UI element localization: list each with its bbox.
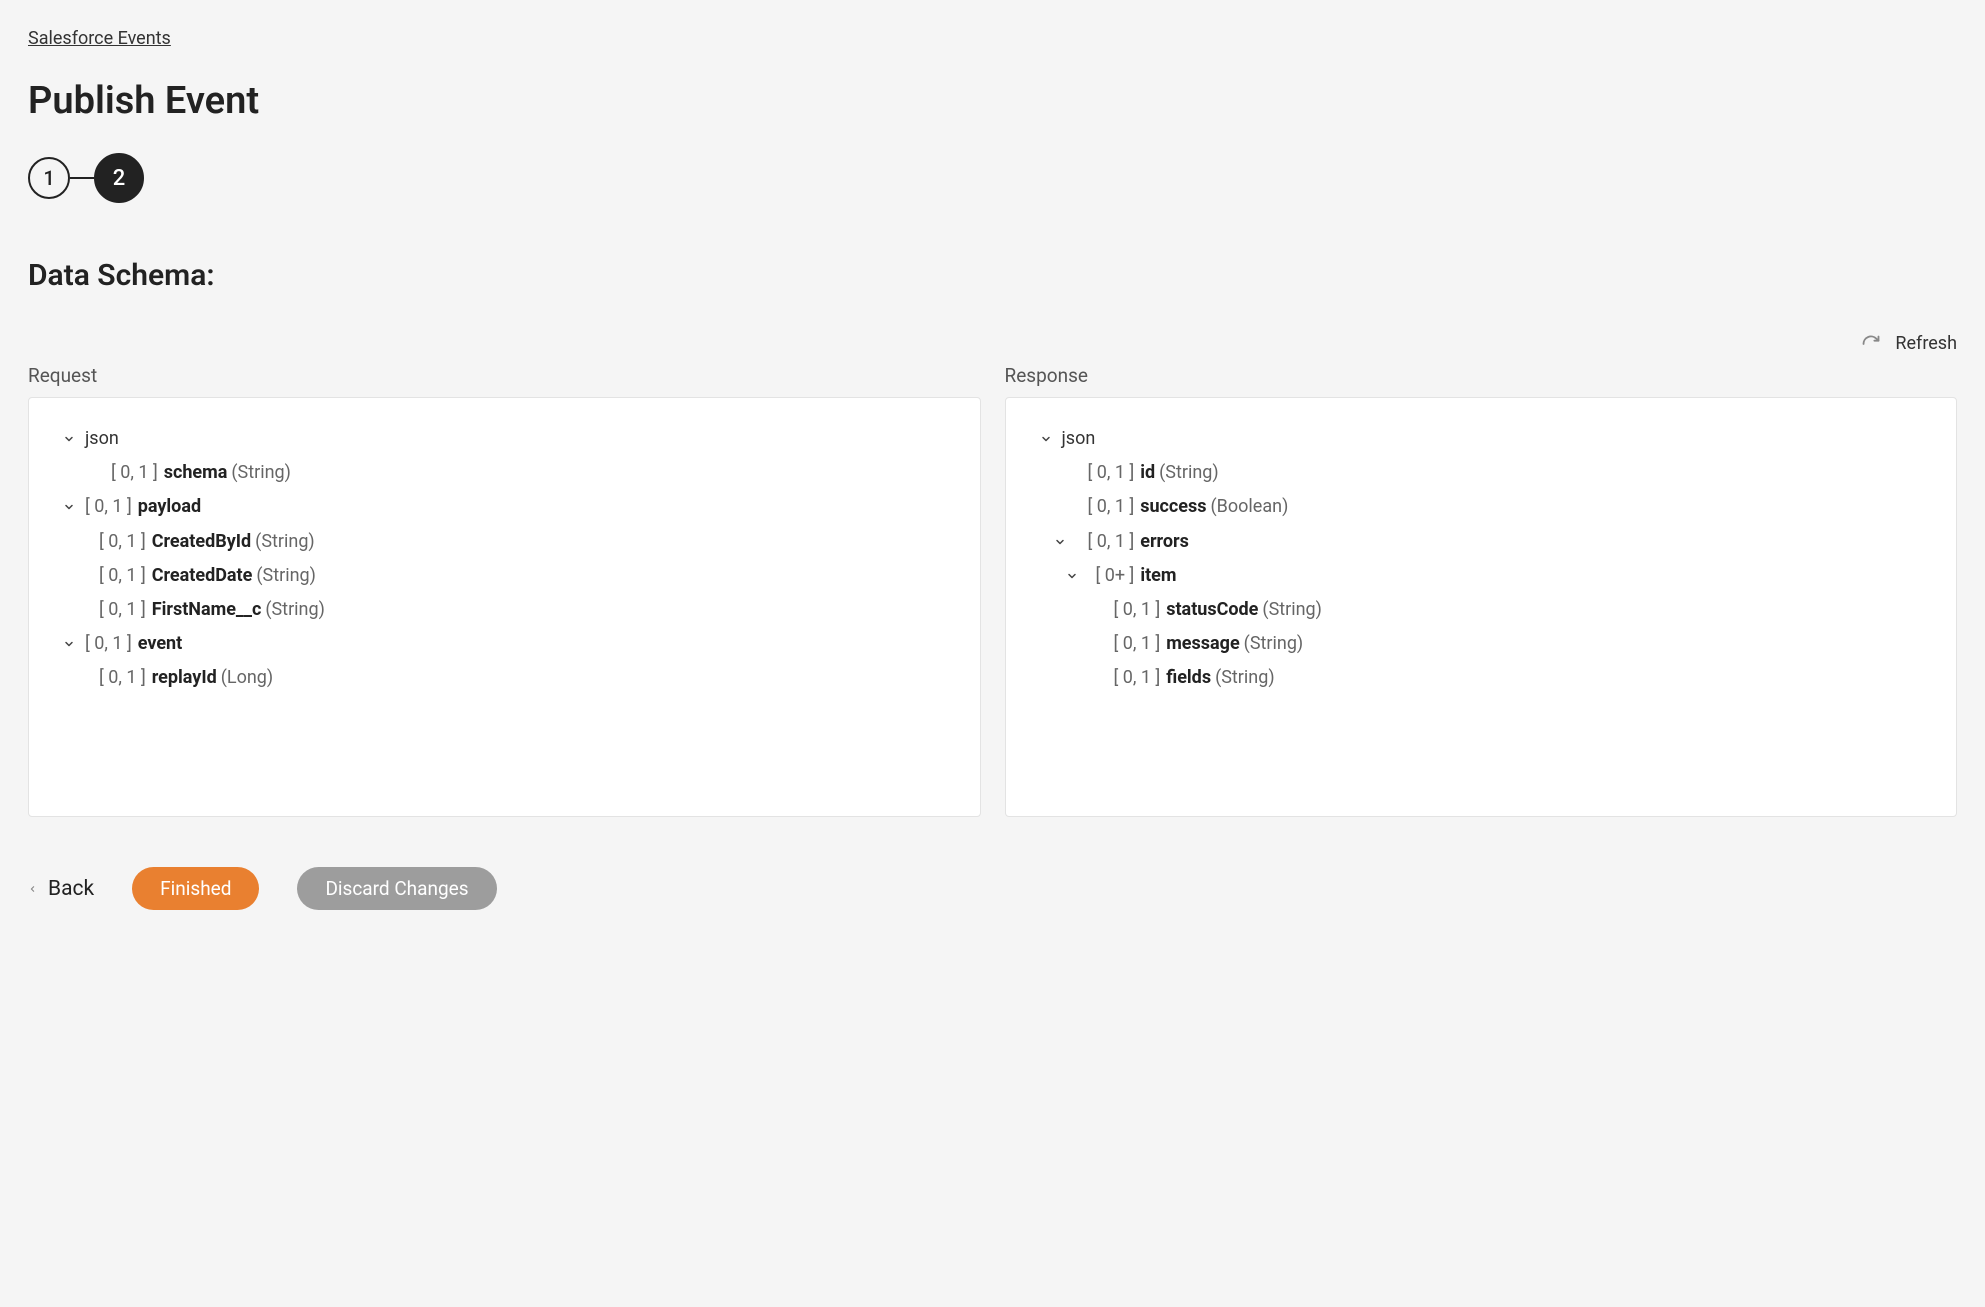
section-title: Data Schema:: [28, 258, 1957, 293]
request-label: Request: [28, 364, 981, 387]
response-panel-group: Response json [ 0, 1 ] id (String) [ 0, …: [1005, 364, 1958, 817]
field-name: CreatedById: [152, 525, 251, 559]
field-type: (Long): [221, 661, 273, 695]
refresh-label: Refresh: [1895, 333, 1957, 354]
cardinality: [ 0, 1 ]: [99, 525, 146, 559]
field-name: success: [1140, 490, 1206, 524]
tree-node-firstname[interactable]: [ 0, 1 ] FirstName__c (String): [59, 593, 950, 627]
cardinality: [ 0, 1 ]: [1088, 456, 1135, 490]
field-type: (String): [255, 525, 315, 559]
tree-node-schema[interactable]: [ 0, 1 ] schema (String): [59, 456, 950, 490]
response-label: Response: [1005, 364, 1958, 387]
field-type: (String): [1159, 456, 1219, 490]
chevron-down-icon: [1050, 536, 1070, 548]
tree-node-message[interactable]: [ 0, 1 ] message (String): [1036, 627, 1927, 661]
cardinality: [ 0, 1 ]: [85, 627, 132, 661]
chevron-down-icon: [59, 638, 79, 650]
finished-button[interactable]: Finished: [132, 867, 259, 910]
cardinality: [ 0, 1 ]: [1114, 627, 1161, 661]
field-type: (String): [265, 593, 325, 627]
breadcrumb-link[interactable]: Salesforce Events: [28, 28, 171, 49]
refresh-icon: [1861, 334, 1881, 354]
field-name: CreatedDate: [152, 559, 253, 593]
tree-node-createdbyid[interactable]: [ 0, 1 ] CreatedById (String): [59, 525, 950, 559]
field-name: replayId: [152, 661, 217, 695]
cardinality: [ 0, 1 ]: [111, 456, 158, 490]
cardinality: [ 0, 1 ]: [85, 490, 132, 524]
tree-root-label: json: [85, 422, 119, 456]
field-name: message: [1166, 627, 1239, 661]
step-2[interactable]: 2: [94, 153, 144, 203]
tree-root-label: json: [1062, 422, 1096, 456]
cardinality: [ 0, 1 ]: [1114, 593, 1161, 627]
cardinality: [ 0, 1 ]: [1088, 525, 1135, 559]
cardinality: [ 0, 1 ]: [99, 593, 146, 627]
chevron-down-icon: [59, 501, 79, 513]
field-name: errors: [1140, 525, 1189, 559]
tree-node-event[interactable]: [ 0, 1 ] event: [59, 627, 950, 661]
response-panel: json [ 0, 1 ] id (String) [ 0, 1 ] succe…: [1005, 397, 1958, 817]
field-type: (String): [231, 456, 291, 490]
tree-node-replayid[interactable]: [ 0, 1 ] replayId (Long): [59, 661, 950, 695]
step-connector: [70, 177, 94, 179]
field-name: fields: [1166, 661, 1211, 695]
back-label: Back: [48, 877, 94, 901]
field-name: event: [138, 627, 183, 661]
field-name: FirstName__c: [152, 593, 262, 627]
tree-node-root[interactable]: json: [1036, 422, 1927, 456]
chevron-down-icon: [59, 433, 79, 445]
field-name: statusCode: [1166, 593, 1258, 627]
cardinality: [ 0, 1 ]: [1114, 661, 1161, 695]
field-type: (String): [256, 559, 316, 593]
tree-node-id[interactable]: [ 0, 1 ] id (String): [1036, 456, 1927, 490]
tree-node-errors[interactable]: [ 0, 1 ] errors: [1036, 525, 1927, 559]
field-name: id: [1140, 456, 1155, 490]
step-1[interactable]: 1: [28, 157, 70, 199]
field-type: (String): [1262, 593, 1322, 627]
tree-node-root[interactable]: json: [59, 422, 950, 456]
cardinality: [ 0, 1 ]: [99, 559, 146, 593]
refresh-button[interactable]: Refresh: [28, 333, 1957, 354]
chevron-down-icon: [1062, 570, 1082, 582]
cardinality: [ 0, 1 ]: [99, 661, 146, 695]
tree-node-statuscode[interactable]: [ 0, 1 ] statusCode (String): [1036, 593, 1927, 627]
field-name: payload: [138, 490, 201, 524]
back-button[interactable]: Back: [28, 877, 94, 901]
stepper: 1 2: [28, 153, 1957, 203]
chevron-left-icon: [28, 882, 38, 896]
page-title: Publish Event: [28, 79, 1957, 123]
field-name: schema: [164, 456, 228, 490]
field-type: (String): [1244, 627, 1304, 661]
discard-button[interactable]: Discard Changes: [297, 867, 496, 910]
tree-node-item[interactable]: [ 0+ ] item: [1036, 559, 1927, 593]
field-type: (String): [1215, 661, 1275, 695]
tree-node-createddate[interactable]: [ 0, 1 ] CreatedDate (String): [59, 559, 950, 593]
tree-node-success[interactable]: [ 0, 1 ] success (Boolean): [1036, 490, 1927, 524]
request-panel-group: Request json [ 0, 1 ] schema (String) [ …: [28, 364, 981, 817]
field-name: item: [1140, 559, 1176, 593]
chevron-down-icon: [1036, 433, 1056, 445]
tree-node-fields[interactable]: [ 0, 1 ] fields (String): [1036, 661, 1927, 695]
field-type: (Boolean): [1211, 490, 1289, 524]
tree-node-payload[interactable]: [ 0, 1 ] payload: [59, 490, 950, 524]
cardinality: [ 0+ ]: [1096, 559, 1135, 593]
cardinality: [ 0, 1 ]: [1088, 490, 1135, 524]
request-panel: json [ 0, 1 ] schema (String) [ 0, 1 ] p…: [28, 397, 981, 817]
